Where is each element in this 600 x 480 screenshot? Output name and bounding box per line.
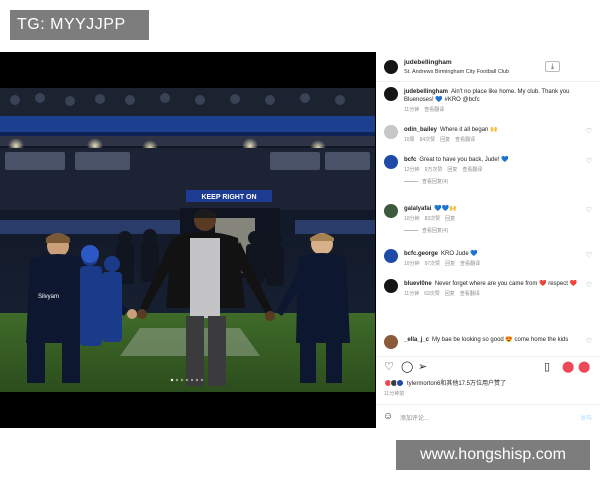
- reply-link[interactable]: 回复: [445, 290, 455, 298]
- translate-link[interactable]: 查看翻译: [424, 106, 444, 114]
- reply-link[interactable]: 回复: [440, 136, 450, 144]
- heart-icon[interactable]: ♡: [586, 206, 592, 214]
- author-avatar[interactable]: [384, 60, 398, 74]
- instagram-post: KEEP RIGHT ON Silvyam judebellingham St.…: [0, 52, 600, 428]
- comment-icon[interactable]: ◯: [401, 361, 413, 373]
- comment-text: Great to have you back, Jude! 💙: [419, 157, 509, 163]
- comment-text: KRO Jude 💙: [441, 251, 478, 257]
- avatar[interactable]: [384, 155, 398, 169]
- post-actions-bar: ♡ ◯ ➢ ▯ ⬤ ⬤: [376, 356, 600, 376]
- comment-likes[interactable]: 97次赞: [425, 260, 441, 268]
- comment-text: My bae be looking so good 😍 come home th…: [432, 337, 569, 343]
- post-location[interactable]: St. Andrews Birmingham City Football Clu…: [404, 69, 509, 75]
- translate-link[interactable]: 查看翻译: [455, 136, 475, 144]
- tag-label: TG: MYYJJPP: [10, 10, 149, 40]
- reply-link[interactable]: 回复: [445, 215, 455, 223]
- reply-link[interactable]: 回复: [447, 166, 457, 174]
- bookmark-icon[interactable]: ▯: [544, 361, 550, 373]
- heart-icon[interactable]: ♡: [586, 281, 592, 289]
- stadium-scene: KEEP RIGHT ON Silvyam: [0, 88, 375, 392]
- heart-filled-icon[interactable]: ⬤: [562, 361, 574, 373]
- comment-text: Never forget where are you came from ❤️ …: [434, 281, 578, 287]
- translate-link[interactable]: 查看翻译: [460, 290, 480, 298]
- post-side-panel: judebellingham St. Andrews Birmingham Ci…: [376, 52, 600, 428]
- comment-username[interactable]: bluevl0ne: [404, 281, 432, 287]
- comment-input[interactable]: 添加评论...: [400, 413, 429, 422]
- kit-sponsor-text: Silvyam: [38, 294, 59, 300]
- comment-username[interactable]: bcfc: [404, 157, 416, 163]
- screenshot-page: TG: MYYJJPP KEEP RIGHT ON Silvyam judebe…: [0, 0, 600, 480]
- avatar[interactable]: [384, 279, 398, 293]
- post-time: 11分钟前: [384, 391, 405, 397]
- reply-link[interactable]: 回复: [445, 260, 455, 268]
- comment-likes[interactable]: 9万次赞: [425, 166, 443, 174]
- comment-likes[interactable]: 84次赞: [420, 136, 436, 144]
- comment-username[interactable]: bcfc.george: [404, 251, 438, 257]
- comment-username[interactable]: _ella_j_c: [404, 337, 429, 343]
- comment-time: 10分钟: [404, 216, 420, 222]
- add-comment-bar: ☺ 添加评论... 发布: [376, 404, 600, 428]
- avatar[interactable]: [384, 335, 398, 349]
- comment-time: 10周: [404, 137, 415, 143]
- likes-text: tylermorton6和其他17.5万位用户赞了: [407, 381, 507, 387]
- comment-likes[interactable]: 83次赞: [425, 215, 441, 223]
- comment-time: 11分钟: [404, 291, 420, 297]
- post-comment-button[interactable]: 发布: [580, 413, 592, 422]
- post-header: judebellingham St. Andrews Birmingham Ci…: [376, 52, 600, 82]
- avatar[interactable]: [384, 87, 398, 101]
- post-photo[interactable]: KEEP RIGHT ON Silvyam: [0, 88, 375, 392]
- comment-time: 12分钟: [404, 167, 420, 173]
- watermark-label: www.hongshisp.com: [396, 440, 590, 470]
- translate-link[interactable]: 查看翻译: [460, 260, 480, 268]
- stadium-sign-text: KEEP RIGHT ON: [201, 194, 256, 201]
- download-box-icon[interactable]: ⤓: [545, 61, 560, 72]
- heart-icon[interactable]: ♡: [586, 251, 592, 259]
- comments-list: judebellingham Ain't no place like home. …: [376, 85, 600, 375]
- comment-username[interactable]: odin_bailey: [404, 127, 437, 133]
- comment-time: 11分钟: [404, 107, 420, 113]
- comment-username[interactable]: galalyafai: [404, 206, 431, 212]
- comment-username[interactable]: judebellingham: [404, 89, 448, 95]
- heart-icon[interactable]: ♡: [586, 127, 592, 135]
- comment-text: Where it all began 🙌: [440, 127, 498, 133]
- comment-likes[interactable]: 63次赞: [424, 290, 440, 298]
- send-icon[interactable]: ➢: [418, 361, 427, 373]
- avatar[interactable]: [384, 125, 398, 139]
- view-replies-link[interactable]: 查看回复(4): [404, 178, 584, 186]
- comment-text: 💙💙🙌: [434, 206, 457, 212]
- heart-icon[interactable]: ♡: [384, 361, 394, 373]
- avatar[interactable]: [384, 204, 398, 218]
- author-username[interactable]: judebellingham: [404, 59, 452, 66]
- likes-summary[interactable]: tylermorton6和其他17.5万位用户赞了: [384, 378, 506, 387]
- liker-avatar: [396, 378, 404, 387]
- view-replies-link[interactable]: 查看回复(4): [404, 227, 584, 235]
- heart-icon[interactable]: ♡: [586, 337, 592, 345]
- comment-time: 10分钟: [404, 261, 420, 267]
- avatar[interactable]: [384, 249, 398, 263]
- red-circle-icon[interactable]: ⬤: [578, 361, 590, 373]
- heart-icon[interactable]: ♡: [586, 157, 592, 165]
- translate-link[interactable]: 查看翻译: [462, 166, 482, 174]
- emoji-icon[interactable]: ☺: [383, 411, 393, 422]
